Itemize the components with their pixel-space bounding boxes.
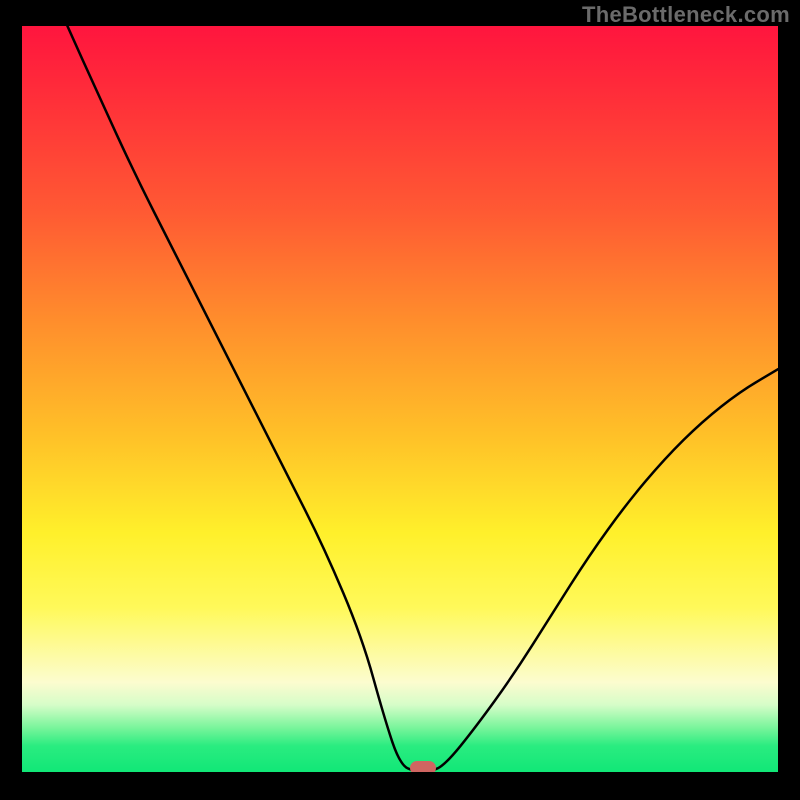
bottleneck-curve-path [67,26,778,772]
plot-area [22,26,778,772]
chart-frame: TheBottleneck.com [0,0,800,800]
curve-layer [22,26,778,772]
optimum-marker [410,761,436,772]
watermark-text: TheBottleneck.com [582,2,790,28]
